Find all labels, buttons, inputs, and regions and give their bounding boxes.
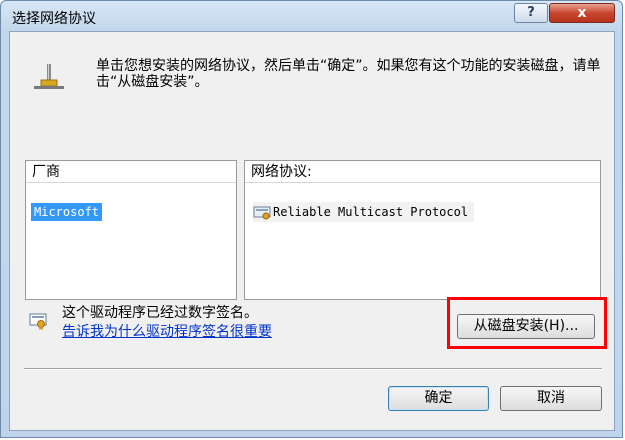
vendor-list[interactable]: 厂商 Microsoft [25, 160, 237, 300]
help-button[interactable]: ? [514, 3, 548, 23]
separator [24, 368, 602, 370]
have-disk-button[interactable]: 从磁盘安装(H)... [457, 314, 595, 339]
ok-button[interactable]: 确定 [388, 386, 489, 411]
cancel-button[interactable]: 取消 [500, 386, 602, 411]
vendor-header: 厂商 [26, 161, 236, 183]
protocol-header: 网络协议: [245, 161, 600, 183]
protocol-item-label: Reliable Multicast Protocol [273, 205, 469, 219]
certificate-icon [29, 313, 47, 330]
signature-text: 这个驱动程序已经过数字签名。 [62, 305, 258, 321]
protocol-item-icon [253, 206, 271, 219]
close-button[interactable]: x [549, 3, 615, 23]
signature-help-link[interactable]: 告诉我为什么驱动程序签名很重要 [62, 324, 272, 341]
dialog-body: 单击您想安装的网络协议，然后单击“确定”。如果您有这个功能的安装磁盘，请单击“从… [9, 31, 615, 431]
protocol-item[interactable]: Reliable Multicast Protocol [253, 202, 475, 222]
network-protocol-icon [34, 64, 64, 89]
dialog-window: 选择网络协议 ? x 单击您想安装的网络协议，然后单击“确定”。如果您有这个功能… [0, 0, 623, 438]
title-bar[interactable]: 选择网络协议 ? x [1, 1, 622, 31]
instruction-text: 单击您想安装的网络协议，然后单击“确定”。如果您有这个功能的安装磁盘，请单击“从… [96, 58, 601, 90]
window-title: 选择网络协议 [12, 11, 96, 27]
protocol-list[interactable]: 网络协议: Reliable Multicast Protocol [244, 160, 601, 300]
vendor-item-microsoft[interactable]: Microsoft [31, 203, 103, 221]
